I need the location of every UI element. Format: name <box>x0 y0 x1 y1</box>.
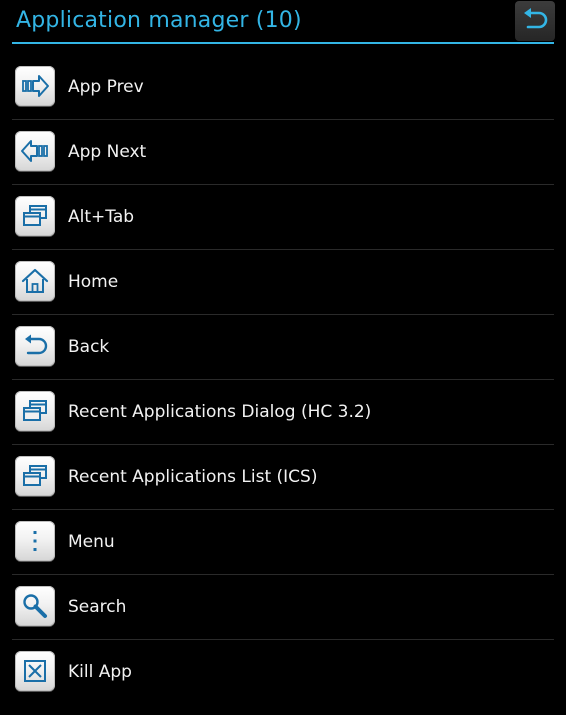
list-item-label: Home <box>68 272 119 292</box>
page-title: Application manager (10) <box>16 8 302 33</box>
header-divider <box>12 42 554 44</box>
list-item-back[interactable]: Back <box>12 315 554 380</box>
list-item-recent-apps-list[interactable]: Recent Applications List (ICS) <box>12 445 554 510</box>
list-item-label: Recent Applications List (ICS) <box>68 467 318 487</box>
back-button[interactable] <box>515 1 555 41</box>
list-item-kill-app[interactable]: Kill App <box>12 640 554 704</box>
arrow-right-icon <box>15 66 55 106</box>
home-icon <box>15 261 55 301</box>
windows-stack-icon <box>15 456 55 496</box>
undo-arrow-icon <box>520 6 550 36</box>
list-item-label: Menu <box>68 532 115 552</box>
menu-dots-icon <box>15 521 55 561</box>
list-item-label: Search <box>68 597 127 617</box>
list-item-label: App Prev <box>68 77 144 97</box>
close-box-icon <box>15 651 55 691</box>
list-item-label: Kill App <box>68 662 132 682</box>
search-icon <box>15 586 55 626</box>
back-arrow-icon <box>15 326 55 366</box>
windows-stack-icon <box>15 196 55 236</box>
list-item-label: Recent Applications Dialog (HC 3.2) <box>68 402 372 422</box>
list-item-search[interactable]: Search <box>12 575 554 640</box>
list-item-alt-tab[interactable]: Alt+Tab <box>12 185 554 250</box>
list-item-home[interactable]: Home <box>12 250 554 315</box>
list-item-app-prev[interactable]: App Prev <box>12 55 554 120</box>
arrow-left-icon <box>15 131 55 171</box>
list-item-menu[interactable]: Menu <box>12 510 554 575</box>
app-manager-screen: Application manager (10) App Prev App Ne… <box>0 0 566 715</box>
action-list: App Prev App Next Alt+Tab Home Back Rece… <box>12 55 554 704</box>
windows-stack-icon <box>15 391 55 431</box>
list-item-label: App Next <box>68 142 147 162</box>
list-item-label: Alt+Tab <box>68 207 135 227</box>
header-bar: Application manager (10) <box>0 0 566 44</box>
list-item-recent-apps-dialog[interactable]: Recent Applications Dialog (HC 3.2) <box>12 380 554 445</box>
list-item-app-next[interactable]: App Next <box>12 120 554 185</box>
list-item-label: Back <box>68 337 110 357</box>
